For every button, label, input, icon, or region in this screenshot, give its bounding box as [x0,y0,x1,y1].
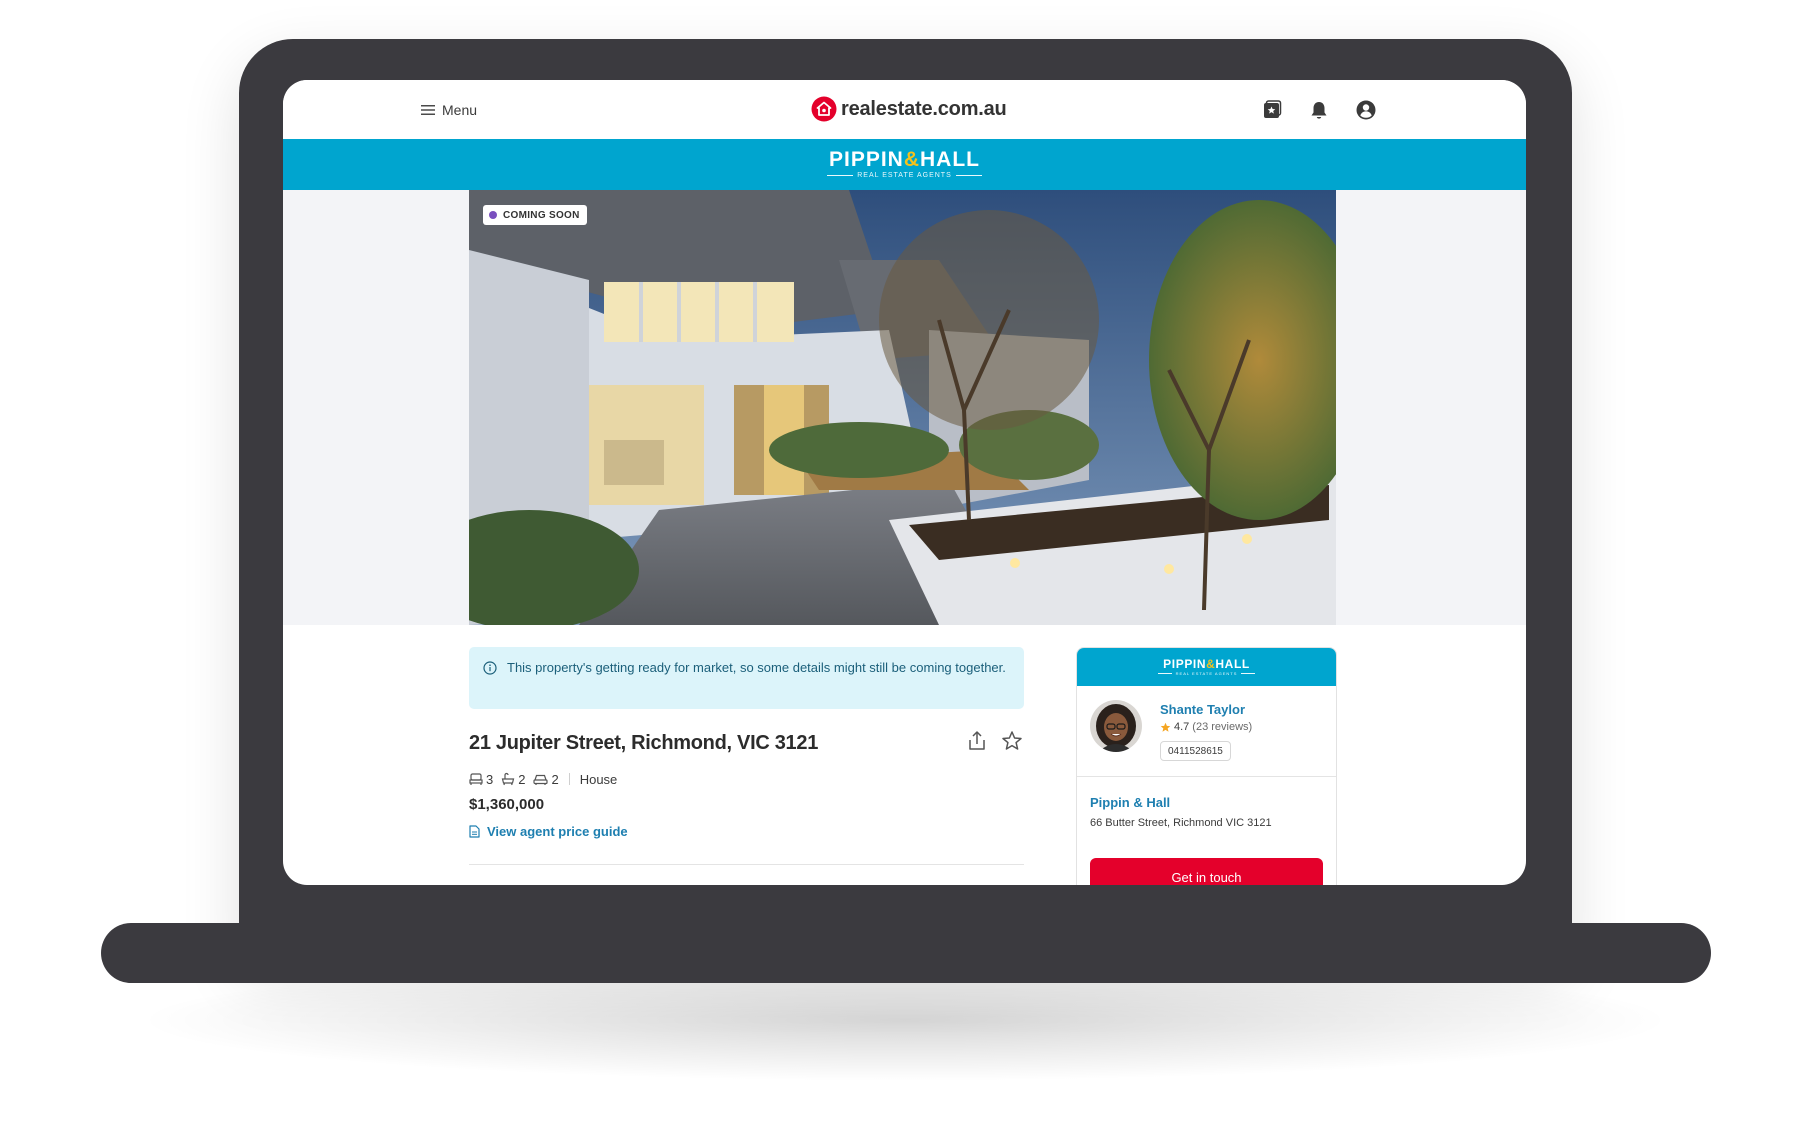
features-divider [568,773,570,785]
agency-branding-banner: PIPPIN&HALL REAL ESTATE AGENTS [283,139,1526,190]
share-icon [969,731,985,750]
info-icon [483,661,497,675]
property-address: 21 Jupiter Street, Richmond, VIC 3121 [469,732,819,754]
hamburger-icon [421,105,435,115]
agent-phone-number: 0411528615 [1168,745,1223,757]
car-icon [533,774,549,785]
status-dot-icon [489,211,497,219]
bed-icon [469,773,483,785]
get-in-touch-label: Get in touch [1171,870,1242,885]
bath-icon [501,772,515,786]
house-logo-icon [811,96,837,122]
logo-text: realestate.com.au [841,97,1007,120]
bedrooms-feature: 3 [469,772,493,787]
account-icon[interactable] [1355,99,1377,121]
agent-avatar[interactable] [1090,700,1142,752]
property-type: House [579,771,618,787]
badge-label: COMING SOON [503,209,580,221]
card-divider [1077,776,1336,777]
notice-text: This property's getting ready for market… [507,660,1006,675]
bathrooms-feature: 2 [501,772,525,787]
star-outline-icon [1002,731,1022,750]
property-hero-photo[interactable]: COMING SOON [469,190,1336,625]
car-spaces-count: 2 [551,771,559,787]
bedrooms-count: 3 [486,771,494,787]
site-logo[interactable]: realestate.com.au [811,95,1007,123]
header-icons [1261,99,1377,121]
notifications-bell-icon[interactable] [1308,99,1330,121]
agent-name[interactable]: Shante Taylor [1160,702,1245,717]
coming-soon-badge: COMING SOON [483,205,587,225]
agent-contact-card: PIPPIN&HALL REAL ESTATE AGENTS Shante Ta… [1076,647,1337,885]
property-features: 3 2 2 House [469,770,617,788]
agent-card-header: PIPPIN&HALL REAL ESTATE AGENTS [1077,648,1336,686]
agency-logo-tagline: REAL ESTATE AGENTS [827,171,982,180]
get-in-touch-button[interactable]: Get in touch [1090,858,1323,885]
menu-label: Menu [442,102,478,118]
review-count: (23 reviews) [1192,721,1253,733]
document-icon [469,825,480,838]
site-header: Menu realestate.com.au [283,80,1526,139]
saved-searches-icon[interactable] [1261,99,1283,121]
price-guide-label: View agent price guide [487,824,628,839]
agent-phone-button[interactable]: 0411528615 [1160,741,1231,761]
rating-value: 4.7 [1174,721,1190,733]
section-divider [469,864,1024,865]
card-agency-logo-name: PIPPIN&HALL [1163,657,1250,671]
price-guide-link[interactable]: View agent price guide [469,824,628,839]
agency-logo-name: PIPPIN&HALL [828,148,981,171]
share-button[interactable] [965,729,989,753]
bathrooms-count: 2 [518,771,526,787]
info-notice: This property's getting ready for market… [469,647,1024,709]
agent-rating: 4.7 (23 reviews) [1160,721,1252,733]
laptop-base [101,923,1711,983]
star-filled-icon [1160,722,1171,732]
car-spaces-feature: 2 [533,771,559,787]
agency-address: 66 Butter Street, Richmond VIC 3121 [1090,817,1272,829]
agency-name-link[interactable]: Pippin & Hall [1090,795,1170,810]
browser-screen: Menu realestate.com.au PIPPIN&HALL REAL … [283,80,1526,885]
save-favourite-button[interactable] [1000,729,1024,753]
card-agency-logo-tagline: REAL ESTATE AGENTS [1157,671,1256,676]
menu-button[interactable]: Menu [421,100,477,120]
property-price: $1,360,000 [469,796,545,813]
